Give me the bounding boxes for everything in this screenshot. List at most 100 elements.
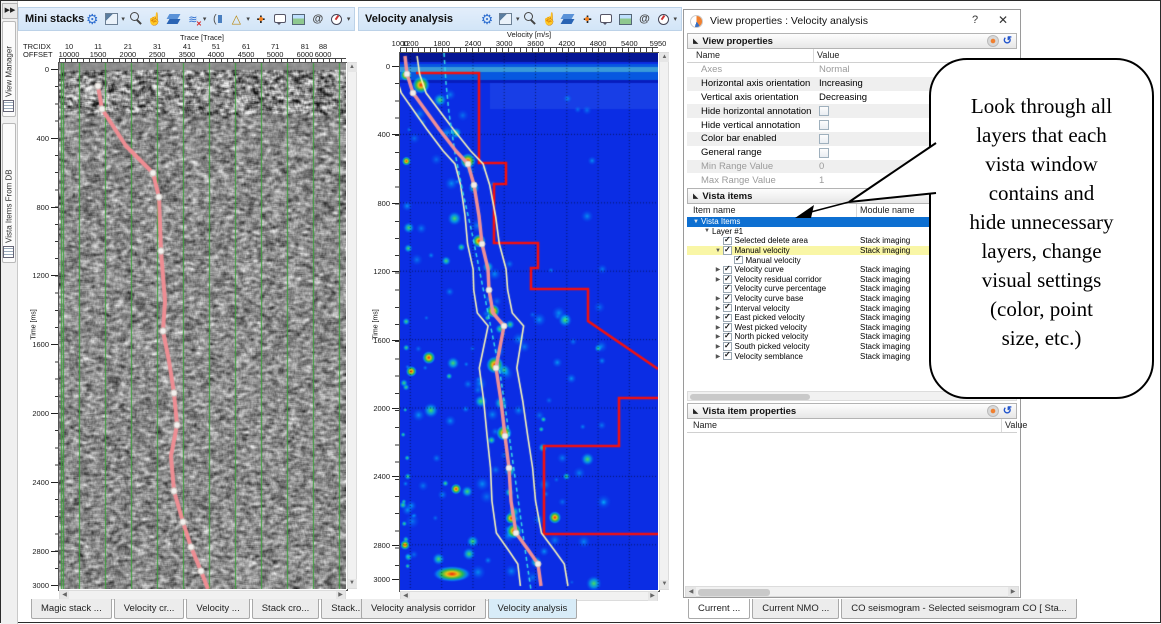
scroll-down-button[interactable]: ▼ [348,579,357,588]
section-collapse-icon[interactable]: ◣ [693,37,698,45]
tree-checkbox[interactable] [723,352,732,361]
comment-icon[interactable] [272,11,288,27]
tree-item-label: Velocity curve [735,265,784,274]
dropdown-arrow-icon[interactable]: ▾ [203,15,207,23]
polygon-zone-icon[interactable]: △ [228,11,244,27]
dropdown-arrow-icon[interactable]: ▾ [347,15,351,23]
scroll-right-button[interactable]: ▶ [648,592,657,601]
scroll-left-button[interactable]: ◀ [686,587,696,597]
tree-expander-icon[interactable]: ▶ [713,266,723,273]
property-checkbox[interactable] [819,148,829,158]
section-title: View properties [702,36,773,47]
axis-tick-label: 3000 [363,575,390,584]
vertical-scrollbar[interactable]: ▲▼ [659,52,669,590]
scroll-down-button[interactable]: ▼ [660,580,669,589]
hand-pointer-icon[interactable]: ☝ [541,11,557,27]
axis-tick-label: 1600 [21,340,49,349]
dropdown-arrow-icon[interactable]: ▾ [516,15,520,23]
tree-expander-icon[interactable]: ▼ [713,248,723,254]
trace-axis-title: Trace [Trace] [180,33,224,42]
layers-icon[interactable] [166,11,182,27]
bottom-tab-magic-stack-[interactable]: Magic stack ... [31,599,112,619]
property-value[interactable]: 1 [819,175,824,186]
tree-expander-icon[interactable]: ▼ [702,228,712,234]
tree-expander-icon[interactable]: ▶ [713,324,723,331]
property-name: Max Range Value [701,175,776,186]
dropdown-arrow-icon[interactable]: ▾ [246,15,250,23]
tree-expander-icon[interactable]: ▶ [713,314,723,321]
settings-gear-icon[interactable]: ⚙ [479,11,495,27]
gain-control-icon[interactable]: ( [209,11,225,27]
bottom-tab-current-[interactable]: Current ... [688,599,750,619]
magnify-region-icon[interactable]: @ [310,11,326,27]
property-checkbox[interactable] [819,120,829,130]
horizontal-scrollbar[interactable]: ◀▶ [59,590,346,600]
dropdown-arrow-icon[interactable]: ▾ [121,15,125,23]
zoom-frame-icon[interactable] [498,11,514,27]
dropdown-arrow-icon[interactable]: ▾ [673,15,677,23]
bottom-tab-current-nmo-[interactable]: Current NMO ... [752,599,839,619]
property-name: General range [701,147,762,158]
velocity-plot[interactable] [400,53,658,590]
magnify-region-icon[interactable]: @ [636,11,652,27]
property-value[interactable]: 0 [819,161,824,172]
bottom-tab-velocity-analysis-corridor[interactable]: Velocity analysis corridor [361,599,486,619]
tree-expander-icon[interactable]: ▶ [713,353,723,360]
wiggle-trace-icon[interactable]: ≋ [185,11,201,27]
tree-expander-icon[interactable]: ▶ [713,276,723,283]
bottom-tab-velocity-[interactable]: Velocity ... [186,599,249,619]
section-header-vista-item-properties[interactable]: ◣Vista item properties↺ [687,403,1017,419]
compass-icon[interactable] [329,11,345,27]
tree-checkbox[interactable] [734,256,743,265]
axis-tick-label: 2800 [363,541,390,550]
mini-stacks-toolbar: Mini stacks ⚙▾☝≋▾(△▾+@▾ [18,7,355,31]
vertical-scrollbar[interactable]: ▲▼ [347,62,357,589]
bottom-tab-velocity-analysis[interactable]: Velocity analysis [488,599,578,619]
crosshair-pick-icon[interactable]: + [579,11,595,27]
tree-expander-icon[interactable]: ▶ [713,295,723,302]
bottom-tab-co-seismogram-selected-seismogram-co-sta-[interactable]: CO seismogram - Selected seismogram CO [… [841,599,1076,619]
settings-gear-icon[interactable]: ⚙ [84,11,100,27]
property-checkbox[interactable] [819,106,829,116]
section-undo-icon[interactable]: ↺ [1003,406,1012,416]
compass-icon[interactable] [655,11,671,27]
comment-icon[interactable] [598,11,614,27]
velocity-axis-ruler [400,47,658,52]
mini-stacks-plot[interactable] [59,63,346,589]
crosshair-pick-icon[interactable]: + [253,11,269,27]
tree-item-label: North picked velocity [735,332,809,341]
property-checkbox[interactable] [819,134,829,144]
magnifier-icon[interactable] [128,11,144,27]
dialog-horizontal-scrollbar[interactable]: ◀▶ [685,586,1019,597]
property-value[interactable]: Normal [819,64,850,75]
hand-pointer-icon[interactable]: ☝ [147,11,163,27]
snapshot-icon[interactable] [617,11,633,27]
section-collapse-icon[interactable]: ◣ [693,192,698,200]
property-value[interactable]: Decreasing [819,92,867,103]
axis-tick-label: 0 [363,62,390,71]
scroll-up-button[interactable]: ▲ [348,63,357,72]
rail-expand-button[interactable]: ▶▶ [2,3,18,19]
tree-expander-icon[interactable]: ▶ [713,343,723,350]
section-target-icon[interactable] [987,35,999,47]
section-header-view-properties[interactable]: ◣ View properties ↺ [687,33,1017,49]
magnifier-icon[interactable] [522,11,538,27]
snapshot-icon[interactable] [291,11,307,27]
property-value[interactable]: Increasing [819,78,863,89]
rail-tab-vista-items-from-db[interactable]: Vista Items From DB [2,123,16,263]
section-target-icon[interactable] [987,405,999,417]
tree-expander-icon[interactable]: ▶ [713,333,723,340]
tree-checkbox[interactable] [723,246,732,255]
tree-expander-icon[interactable]: ▼ [691,219,701,225]
section-collapse-icon[interactable]: ◣ [693,407,698,415]
section-undo-icon[interactable]: ↺ [1003,36,1012,46]
tree-expander-icon[interactable]: ▶ [713,305,723,312]
axis-tick-label: 400 [363,130,390,139]
scroll-right-button[interactable]: ▶ [1008,587,1018,597]
bottom-tab-stack-cro-[interactable]: Stack cro... [252,599,320,619]
layers-icon[interactable] [560,11,576,27]
rail-tab-view-manager[interactable]: View Manager [2,21,16,117]
bottom-tab-velocity-cr-[interactable]: Velocity cr... [114,599,185,619]
scroll-up-button[interactable]: ▲ [660,53,669,62]
zoom-frame-icon[interactable] [103,11,119,27]
